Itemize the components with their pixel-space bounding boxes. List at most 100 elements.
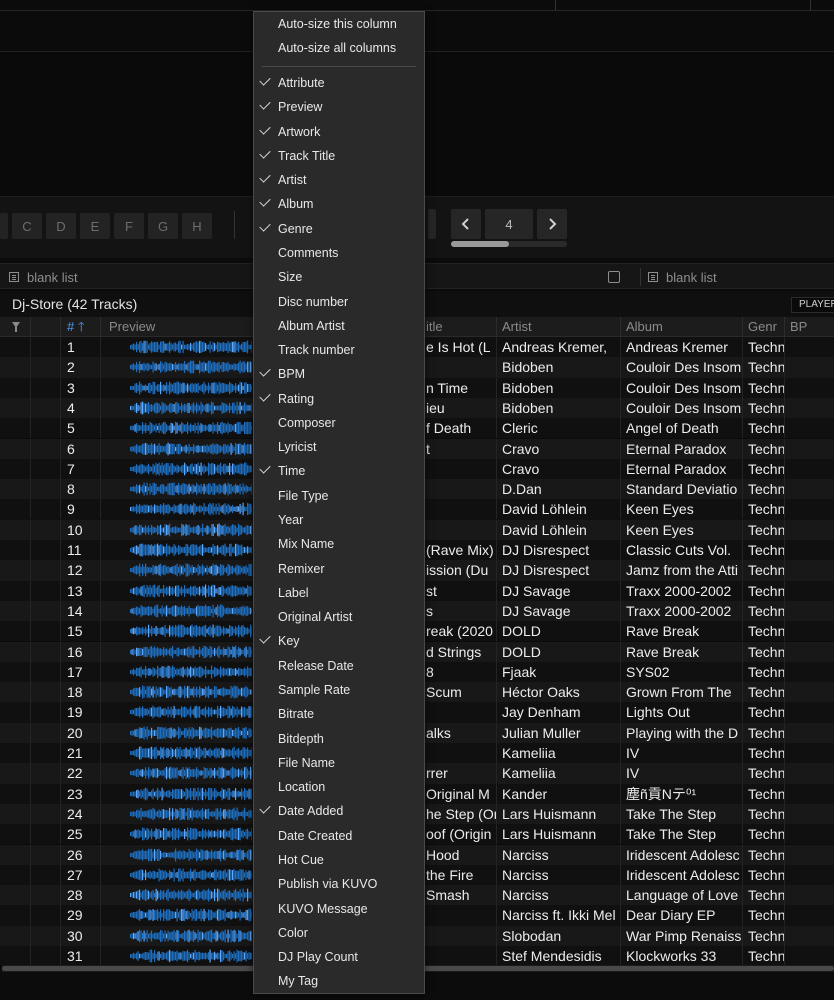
menu-item-lyricist[interactable]: Lyricist bbox=[254, 436, 424, 458]
hot-cue-button-d[interactable]: D bbox=[46, 213, 76, 239]
page-prev-button[interactable] bbox=[451, 209, 481, 239]
menu-item-rating[interactable]: Rating bbox=[254, 388, 424, 410]
track-number-cell: 6 bbox=[60, 438, 100, 459]
waveform-preview[interactable] bbox=[130, 442, 252, 456]
menu-item-bitrate[interactable]: Bitrate bbox=[254, 703, 424, 725]
menu-item-year[interactable]: Year bbox=[254, 509, 424, 531]
menu-item-album[interactable]: Album bbox=[254, 193, 424, 215]
menu-item-artwork[interactable]: Artwork bbox=[254, 121, 424, 143]
menu-item-bpm[interactable]: BPM bbox=[254, 363, 424, 385]
artist-column-header[interactable]: Artist bbox=[496, 317, 620, 337]
menu-item-artist[interactable]: Artist bbox=[254, 169, 424, 191]
title-column-header[interactable]: itle bbox=[420, 317, 496, 337]
waveform-preview[interactable] bbox=[130, 949, 252, 963]
artist-cell: DOLD bbox=[496, 641, 620, 662]
waveform-preview[interactable] bbox=[130, 726, 252, 740]
menu-item-my-tag[interactable]: My Tag bbox=[254, 970, 424, 992]
waveform-preview[interactable] bbox=[130, 929, 252, 943]
waveform-preview[interactable] bbox=[130, 381, 252, 395]
number-column-header[interactable]: # 🡑 bbox=[60, 317, 100, 337]
menu-item-date-created[interactable]: Date Created bbox=[254, 825, 424, 847]
waveform-preview[interactable] bbox=[130, 827, 252, 841]
menu-item-kuvo-message[interactable]: KUVO Message bbox=[254, 898, 424, 920]
waveform-preview[interactable] bbox=[130, 746, 252, 760]
list-tab-left[interactable]: blank list bbox=[9, 264, 78, 290]
hot-cue-button-h[interactable]: H bbox=[182, 213, 212, 239]
menu-item-file-name[interactable]: File Name bbox=[254, 752, 424, 774]
waveform-preview[interactable] bbox=[130, 360, 252, 374]
bpm-column-header[interactable]: BP bbox=[784, 317, 834, 337]
hot-cue-button-e[interactable]: E bbox=[80, 213, 110, 239]
waveform-preview[interactable] bbox=[130, 624, 252, 638]
waveform-preview[interactable] bbox=[130, 705, 252, 719]
waveform-preview[interactable] bbox=[130, 848, 252, 862]
waveform-preview[interactable] bbox=[130, 685, 252, 699]
waveform-preview[interactable] bbox=[130, 645, 252, 659]
menu-item-size[interactable]: Size bbox=[254, 266, 424, 288]
waveform-preview[interactable] bbox=[130, 888, 252, 902]
waveform-preview[interactable] bbox=[130, 584, 252, 598]
artist-cell: Fjaak bbox=[496, 661, 620, 682]
waveform-preview[interactable] bbox=[130, 421, 252, 435]
waveform-preview[interactable] bbox=[130, 543, 252, 557]
menu-item-color[interactable]: Color bbox=[254, 922, 424, 944]
menu-item-album-artist[interactable]: Album Artist bbox=[254, 315, 424, 337]
waveform-preview[interactable] bbox=[130, 462, 252, 476]
waveform-preview[interactable] bbox=[130, 908, 252, 922]
menu-item-genre[interactable]: Genre bbox=[254, 218, 424, 240]
filter-column-header[interactable] bbox=[0, 317, 30, 337]
menu-item-disc-number[interactable]: Disc number bbox=[254, 291, 424, 313]
genre-cell: Techno bbox=[742, 803, 784, 824]
attribute-cell bbox=[30, 743, 60, 763]
waveform-preview[interactable] bbox=[130, 868, 252, 882]
menu-item-key[interactable]: Key bbox=[254, 630, 424, 652]
menu-item-dj-play-count[interactable]: DJ Play Count bbox=[254, 946, 424, 968]
menu-item-mix-name[interactable]: Mix Name bbox=[254, 533, 424, 555]
menu-item-publish-via-kuvo[interactable]: Publish via KUVO bbox=[254, 873, 424, 895]
attribute-column-header[interactable] bbox=[30, 317, 60, 337]
menu-item-attribute[interactable]: Attribute bbox=[254, 72, 424, 94]
waveform-preview[interactable] bbox=[130, 604, 252, 618]
menu-item-date-added[interactable]: Date Added bbox=[254, 800, 424, 822]
list-tab-right[interactable]: blank list bbox=[648, 264, 717, 290]
waveform-preview[interactable] bbox=[130, 563, 252, 577]
waveform-preview[interactable] bbox=[130, 482, 252, 496]
menu-item-preview[interactable]: Preview bbox=[254, 96, 424, 118]
menu-item-file-type[interactable]: File Type bbox=[254, 485, 424, 507]
waveform-preview[interactable] bbox=[130, 807, 252, 821]
waveform-preview[interactable] bbox=[130, 665, 252, 679]
waveform-preview[interactable] bbox=[130, 401, 252, 415]
track-title-cell bbox=[420, 946, 496, 965]
hot-cue-button-f[interactable]: F bbox=[114, 213, 144, 239]
menu-item-track-title[interactable]: Track Title bbox=[254, 145, 424, 167]
waveform-preview[interactable] bbox=[130, 787, 252, 801]
hot-cue-button-c[interactable]: C bbox=[12, 213, 42, 239]
menu-item-label[interactable]: Label bbox=[254, 582, 424, 604]
track-number-cell: 23 bbox=[60, 783, 100, 804]
page-next-button[interactable] bbox=[537, 209, 567, 239]
list-menu-icon[interactable] bbox=[608, 271, 620, 283]
menu-item-release-date[interactable]: Release Date bbox=[254, 655, 424, 677]
album-column-header[interactable]: Album bbox=[620, 317, 742, 337]
menu-item-hot-cue[interactable]: Hot Cue bbox=[254, 849, 424, 871]
waveform-preview[interactable] bbox=[130, 340, 252, 354]
menu-item-time[interactable]: Time bbox=[254, 460, 424, 482]
menu-item-comments[interactable]: Comments bbox=[254, 242, 424, 264]
menu-item-original-artist[interactable]: Original Artist bbox=[254, 606, 424, 628]
player-button[interactable]: PLAYER bbox=[791, 297, 834, 313]
waveform-preview[interactable] bbox=[130, 502, 252, 516]
hot-cue-button-g[interactable]: G bbox=[148, 213, 178, 239]
waveform-preview[interactable] bbox=[130, 523, 252, 537]
hot-cue-button-b[interactable] bbox=[0, 213, 8, 239]
menu-item-composer[interactable]: Composer bbox=[254, 412, 424, 434]
menu-item-auto-size-all-columns[interactable]: Auto-size all columns bbox=[254, 37, 424, 59]
menu-item-sample-rate[interactable]: Sample Rate bbox=[254, 679, 424, 701]
genre-column-header[interactable]: Genr bbox=[742, 317, 784, 337]
menu-item-auto-size-this-column[interactable]: Auto-size this column bbox=[254, 13, 424, 35]
menu-item-bitdepth[interactable]: Bitdepth bbox=[254, 728, 424, 750]
menu-item-remixer[interactable]: Remixer bbox=[254, 558, 424, 580]
waveform-preview[interactable] bbox=[130, 766, 252, 780]
menu-item-track-number[interactable]: Track number bbox=[254, 339, 424, 361]
filter-cell bbox=[0, 621, 30, 641]
menu-item-location[interactable]: Location bbox=[254, 776, 424, 798]
